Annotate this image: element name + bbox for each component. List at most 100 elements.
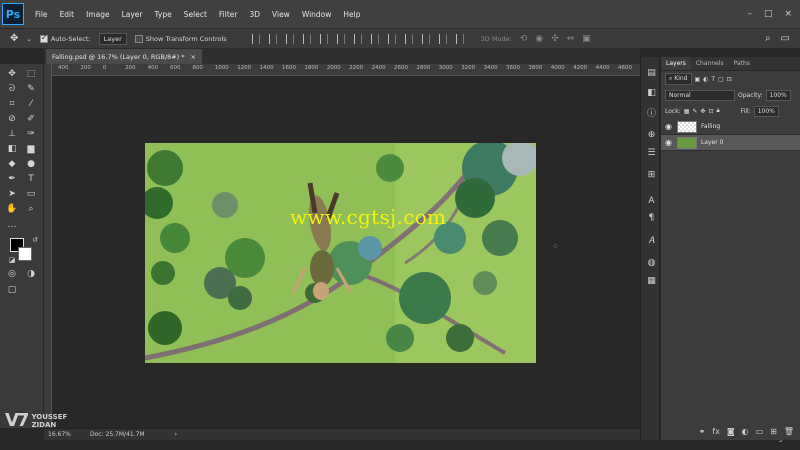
menu-help[interactable]: Help (337, 10, 366, 19)
layer-name[interactable]: Falling (701, 123, 720, 130)
filter-pixel-icon[interactable]: ▣ (695, 76, 701, 83)
lock-all-icon[interactable]: 🔒︎ (716, 107, 719, 115)
rectangle-tool-icon[interactable]: ▭ (24, 188, 38, 200)
auto-select-checkbox[interactable] (39, 33, 48, 43)
zoom-level[interactable]: 16.67% (44, 431, 74, 438)
default-colors-icon[interactable]: ◪ (5, 254, 19, 266)
filter-shape-icon[interactable]: ▢ (718, 76, 724, 83)
distribute-right-icon[interactable] (438, 33, 447, 44)
path-select-tool-icon[interactable]: ➤ (5, 188, 19, 200)
properties-icon[interactable]: ◧ (646, 87, 657, 98)
3d-roll-icon[interactable]: ◉ (535, 34, 543, 44)
3d-orbit-icon[interactable]: ⟲ (520, 34, 528, 44)
layer-name[interactable]: Layer 0 (701, 139, 723, 146)
add-mask-icon[interactable]: ◙ (727, 427, 735, 436)
lock-position-icon[interactable]: ✥ (700, 108, 705, 115)
distribute-hcenter-icon[interactable] (421, 33, 430, 44)
distribute-bottom-icon[interactable] (387, 33, 396, 44)
menu-view[interactable]: View (266, 10, 296, 19)
tab-channels[interactable]: Channels (691, 57, 729, 70)
align-top-icon[interactable] (251, 33, 260, 44)
chevron-down-icon[interactable]: ⌄ (26, 35, 31, 43)
layer-style-icon[interactable]: fx (712, 427, 720, 436)
brush-presets-icon[interactable]: ⊞ (646, 169, 657, 180)
align-right-icon[interactable] (336, 33, 345, 44)
tool-presets-icon[interactable]: ⊕ (646, 129, 657, 140)
transform-controls-checkbox[interactable] (134, 34, 143, 43)
minimize-icon[interactable]: – (747, 9, 752, 19)
character-icon[interactable]: A (646, 195, 657, 206)
3d-pan-icon[interactable]: ✣ (551, 34, 559, 44)
swap-colors-icon[interactable]: ↺ (28, 234, 42, 246)
layer-row-layer-0[interactable]: ◉ Layer 0 (661, 135, 800, 151)
background-color-swatch[interactable] (18, 247, 32, 261)
type-tool-icon[interactable]: T (24, 173, 38, 185)
distribute-vcenter-icon[interactable] (370, 33, 379, 44)
menu-filter[interactable]: Filter (213, 10, 244, 19)
menu-image[interactable]: Image (80, 10, 116, 19)
menu-edit[interactable]: Edit (54, 10, 81, 19)
history-brush-icon[interactable]: ✑ (24, 128, 38, 140)
adjustment-layer-icon[interactable]: ◐ (742, 427, 749, 436)
auto-align-icon[interactable] (455, 33, 464, 44)
tab-paths[interactable]: Paths (729, 57, 755, 70)
glyphs-icon[interactable]: 𝐴 (646, 235, 657, 246)
3d-slide-icon[interactable]: ⇔ (567, 34, 575, 44)
align-left-icon[interactable] (302, 33, 311, 44)
menu-window[interactable]: Window (296, 10, 338, 19)
brush-tool-icon[interactable]: ✐ (24, 113, 38, 125)
distribute-top-icon[interactable] (353, 33, 362, 44)
move-tool-icon[interactable]: ✥ (5, 68, 19, 80)
close-icon[interactable]: × (784, 9, 792, 19)
swatches-icon[interactable]: ◍ (646, 257, 657, 268)
status-menu-icon[interactable]: › (175, 431, 177, 438)
filter-smart-icon[interactable]: ⊡ (727, 76, 732, 83)
pen-tool-icon[interactable]: ✒ (5, 173, 19, 185)
align-hcenter-icon[interactable] (319, 33, 328, 44)
blur-tool-icon[interactable]: ◆ (5, 158, 19, 170)
quick-mask-icon[interactable]: ◎ (5, 268, 19, 280)
screen-mode-icon[interactable]: ▢ (5, 284, 19, 296)
menu-type[interactable]: Type (149, 10, 178, 19)
canvas-area[interactable]: www.cgtsj.com ⁘ (52, 77, 640, 428)
distribute-left-icon[interactable] (404, 33, 413, 44)
auto-select-dropdown[interactable]: Layer (98, 32, 127, 45)
align-bottom-icon[interactable] (285, 33, 294, 44)
paragraph-icon[interactable]: ¶ (646, 212, 657, 223)
quick-select-tool-icon[interactable]: ✎ (24, 83, 38, 95)
info-icon[interactable]: ⓘ (646, 107, 657, 119)
maximize-icon[interactable]: □ (764, 9, 773, 19)
crop-tool-icon[interactable]: ⌗ (5, 98, 19, 110)
tab-layers[interactable]: Layers (661, 57, 691, 70)
hand-tool-icon[interactable]: ✋ (5, 203, 19, 215)
grid-icon[interactable]: ▦ (646, 275, 657, 286)
zoom-tool-icon[interactable]: ⌕ (24, 203, 38, 215)
3d-scale-icon[interactable]: ▣ (582, 34, 591, 44)
link-layers-icon[interactable]: ⚭ (699, 427, 706, 436)
lock-transparency-icon[interactable]: ▦ (684, 108, 690, 115)
close-tab-icon[interactable]: × (190, 53, 195, 61)
filter-adjust-icon[interactable]: ◐ (703, 76, 708, 83)
search-icon[interactable]: ⌕ (765, 33, 771, 44)
blend-mode-select[interactable]: Normal (665, 89, 735, 101)
gradient-tool-icon[interactable]: ▆ (24, 143, 38, 155)
lock-pixels-icon[interactable]: ✎ (692, 108, 697, 115)
healing-tool-icon[interactable]: ⊘ (5, 113, 19, 125)
new-group-icon[interactable]: ▭ (756, 427, 764, 436)
history-icon[interactable]: ▤ (646, 67, 657, 78)
workspace-icon[interactable]: ▭ (781, 33, 790, 44)
menu-3d[interactable]: 3D (243, 10, 266, 19)
menu-select[interactable]: Select (178, 10, 213, 19)
eyedropper-tool-icon[interactable]: ⁄ (24, 98, 38, 110)
visibility-eye-icon[interactable]: ◉ (665, 138, 673, 147)
delete-layer-icon[interactable]: 🗑︎ (784, 427, 794, 436)
lock-artboard-icon[interactable]: ⊡ (708, 108, 713, 115)
lasso-tool-icon[interactable]: ᘐ (5, 83, 19, 95)
filter-kind-select[interactable]: ⌕ Kind (665, 73, 692, 85)
adjustments-icon[interactable]: ☰ (646, 147, 657, 158)
layer-row-falling[interactable]: ◉ Falling (661, 119, 800, 135)
align-vcenter-icon[interactable] (268, 33, 277, 44)
stamp-tool-icon[interactable]: ⊥ (5, 128, 19, 140)
opacity-input[interactable]: 100% (765, 89, 791, 101)
document-image[interactable] (145, 143, 536, 363)
